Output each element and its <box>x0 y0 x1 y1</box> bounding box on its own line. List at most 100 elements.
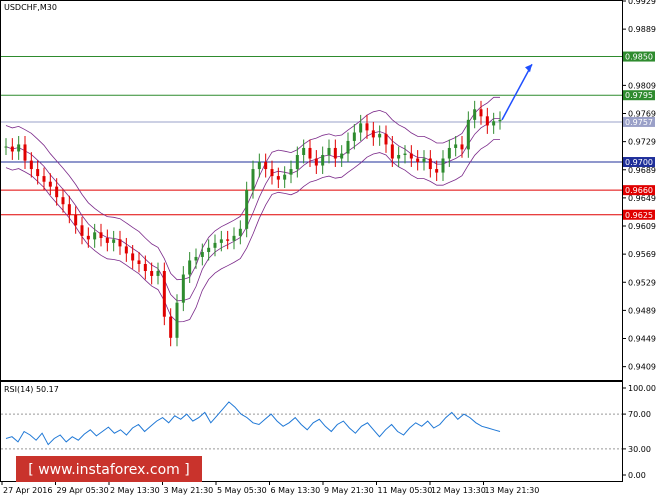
x-tick-label: 12 May 13:30 <box>431 486 486 495</box>
x-tick-label: 6 May 13:30 <box>271 486 321 495</box>
candle-body <box>194 256 198 261</box>
candle-body <box>124 246 128 254</box>
y-tick-label: 0.9809 <box>628 81 656 90</box>
candle-body <box>93 232 97 240</box>
candle-body <box>365 123 369 131</box>
candle-body <box>492 121 496 126</box>
y-tick-label: 0.9569 <box>628 250 656 259</box>
rsi-tick-label: 100.00 <box>628 384 656 393</box>
y-tick-label: 0.9929 <box>628 0 656 6</box>
main-title: USDCHF,M30 <box>4 3 57 12</box>
candle-body <box>340 153 344 159</box>
candle-body <box>498 119 502 122</box>
candle-body <box>17 144 21 152</box>
rsi-tick-label: 70.00 <box>628 410 651 419</box>
candle-body <box>416 158 420 163</box>
candle-body <box>156 271 160 276</box>
candle-body <box>143 263 147 272</box>
candle-body <box>314 158 318 166</box>
candle-body <box>283 174 287 180</box>
level-label: 0.9700 <box>625 158 653 167</box>
candle-body <box>454 144 458 148</box>
level-label: 0.9625 <box>625 211 653 220</box>
y-tick-label: 0.9449 <box>628 335 656 344</box>
candle-body <box>226 239 230 241</box>
candle-body <box>42 176 46 182</box>
y-tick-label: 0.9729 <box>628 138 656 147</box>
candle-body <box>67 204 71 215</box>
candle-body <box>390 144 394 159</box>
y-tick-label: 0.9529 <box>628 278 656 287</box>
candle-body <box>403 153 407 155</box>
candle-body <box>74 214 78 226</box>
x-tick-label: 9 May 21:30 <box>324 486 374 495</box>
candle-body <box>36 169 40 177</box>
level-label: 0.9660 <box>625 186 653 195</box>
x-tick-label: 5 May 05:30 <box>217 486 267 495</box>
level-label: 0.9757 <box>625 118 653 127</box>
candle-body <box>162 271 166 317</box>
candle-body <box>276 176 280 180</box>
candle-body <box>384 133 388 145</box>
y-tick-label: 0.9609 <box>628 222 656 231</box>
candle-body <box>207 247 211 253</box>
candle-body <box>29 160 33 170</box>
candle-body <box>86 235 90 240</box>
watermark-logo: [ www.instaforex.com ] <box>16 456 202 482</box>
candle-body <box>80 225 84 236</box>
level-label: 0.9795 <box>625 91 653 100</box>
x-tick-label: 27 Apr 2016 <box>3 486 52 495</box>
candle-body <box>257 162 261 170</box>
candle-body <box>181 274 185 303</box>
candle-body <box>409 153 413 159</box>
candle-body <box>48 181 52 187</box>
x-tick-label: 2 May 13:30 <box>110 486 160 495</box>
x-tick-label: 11 May 05:30 <box>378 486 433 495</box>
candle-body <box>150 271 154 276</box>
candle-body <box>245 190 249 229</box>
candle-body <box>352 132 356 141</box>
candle-body <box>460 144 464 150</box>
chart-canvas: 0.99290.98890.98090.97690.97290.96890.96… <box>0 0 656 495</box>
candle-body <box>308 147 312 159</box>
y-tick-label: 0.9889 <box>628 25 656 34</box>
candle-body <box>359 123 363 133</box>
candle-body <box>131 253 135 261</box>
candle-body <box>473 109 477 120</box>
candle-body <box>219 239 223 243</box>
candle-body <box>10 146 14 152</box>
candle-body <box>485 116 489 126</box>
candle-body <box>238 228 242 236</box>
candle-body <box>447 147 451 159</box>
candle-body <box>112 239 116 243</box>
x-tick-label: 29 Apr 05:30 <box>57 486 109 495</box>
rsi-title: RSI(14) 50.17 <box>4 385 59 394</box>
candle-body <box>118 239 122 247</box>
rsi-tick-label: 30.00 <box>628 445 651 454</box>
candle-body <box>270 169 274 177</box>
candle-body <box>169 316 173 338</box>
candle-body <box>321 154 325 166</box>
candle-body <box>378 133 382 138</box>
candle-body <box>200 252 204 257</box>
candle-body <box>55 186 59 198</box>
candle-body <box>137 260 141 264</box>
candle-body <box>4 146 8 148</box>
candle-body <box>99 232 103 238</box>
x-axis: 27 Apr 2016 29 Apr 05:30 2 May 13:30 3 May … <box>1 481 539 495</box>
candle-body <box>346 140 350 154</box>
candle-body <box>289 169 293 175</box>
candle-body <box>232 235 236 241</box>
candle-body <box>302 147 306 155</box>
candle-body <box>175 302 179 338</box>
candle-body <box>213 242 217 248</box>
candle-body <box>371 130 375 138</box>
candle-body <box>422 158 426 163</box>
candle-body <box>441 158 445 173</box>
watermark-text: [ www.instaforex.com ] <box>28 462 189 478</box>
candle-body <box>428 158 432 170</box>
candle-body <box>251 169 255 191</box>
candle-body <box>479 109 483 117</box>
candle-body <box>23 144 27 161</box>
candle-body <box>333 147 337 159</box>
